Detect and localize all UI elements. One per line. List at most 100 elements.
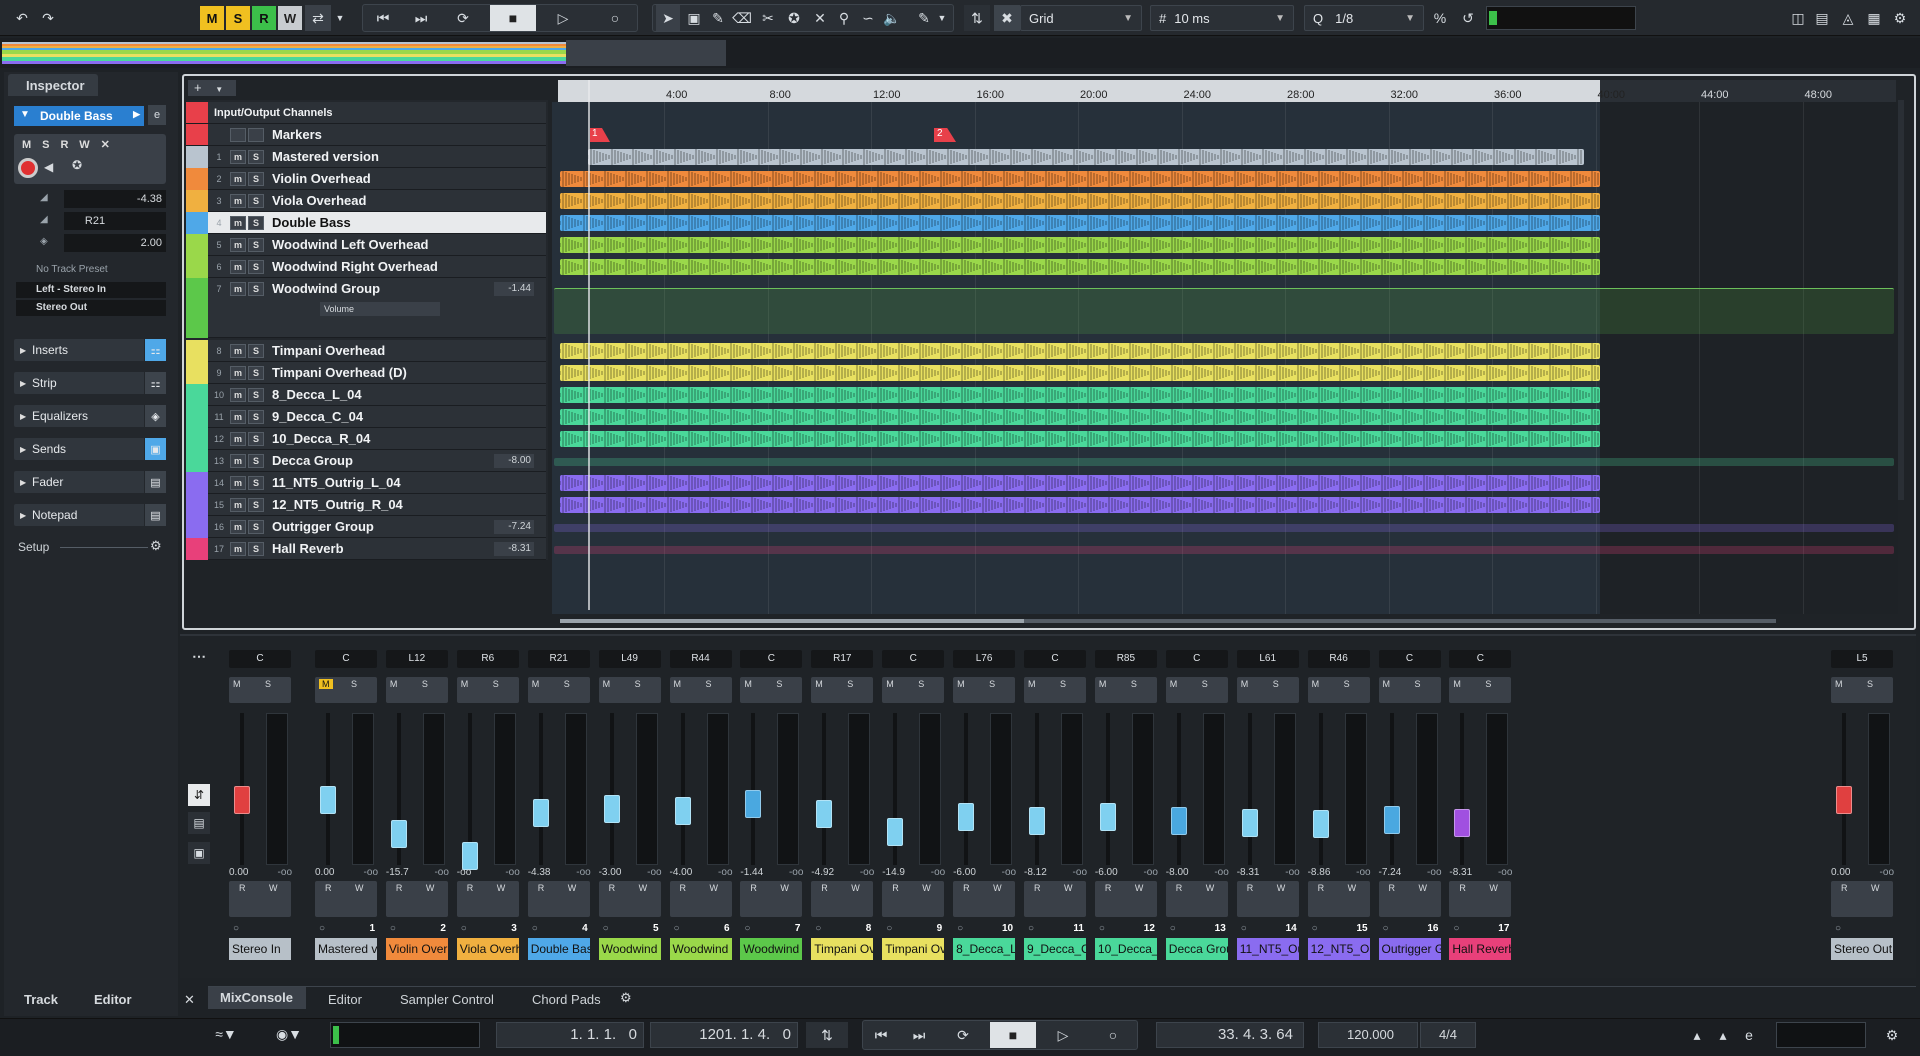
- mixer-options-icon[interactable]: ⋯: [192, 648, 206, 665]
- solo-button[interactable]: S: [248, 432, 264, 446]
- inspector-preset[interactable]: No Track Preset: [16, 264, 166, 280]
- read-write-buttons[interactable]: RW: [456, 881, 519, 917]
- track-volume[interactable]: -1.44: [494, 282, 534, 296]
- track-name[interactable]: 10_Decca_R_04: [272, 428, 370, 450]
- fader-track[interactable]: [1318, 713, 1323, 865]
- right-zone-icon[interactable]: ◬: [1836, 5, 1860, 31]
- mute-button[interactable]: m: [230, 498, 246, 512]
- volume-value[interactable]: -14.9: [882, 867, 914, 878]
- pan-control[interactable]: R17: [811, 650, 874, 668]
- volume-value[interactable]: -6.00: [1095, 867, 1127, 878]
- pan-control[interactable]: C: [1165, 650, 1228, 668]
- fader-track[interactable]: [1389, 713, 1394, 865]
- channel-name[interactable]: 11_NT5_Out: [1236, 938, 1299, 960]
- write-button[interactable]: W: [1348, 883, 1357, 893]
- track-row[interactable]: 8 m S Timpani Overhead: [186, 340, 546, 362]
- write-button[interactable]: W: [780, 883, 789, 893]
- volume-value[interactable]: 0.00: [1831, 867, 1863, 878]
- volume-value[interactable]: -1.44: [740, 867, 772, 878]
- pan-control[interactable]: C: [1449, 650, 1512, 668]
- mute-solo-buttons[interactable]: MS: [1449, 677, 1512, 703]
- audio-event[interactable]: [560, 497, 1600, 513]
- read-button[interactable]: R: [239, 883, 246, 893]
- monitor-icon[interactable]: ◀: [44, 160, 53, 174]
- stop-icon[interactable]: ■: [990, 1022, 1036, 1048]
- mute-button[interactable]: M: [886, 679, 894, 689]
- solo-button[interactable]: S: [706, 679, 712, 689]
- left-zone-tab-track[interactable]: Track: [24, 992, 58, 1007]
- inspector-volume[interactable]: -4.38: [64, 190, 166, 208]
- mute-solo-buttons[interactable]: MS: [527, 677, 590, 703]
- inspector-input[interactable]: Left - Stereo In: [16, 282, 166, 298]
- volume-value[interactable]: -4.92: [811, 867, 843, 878]
- track-name[interactable]: Timpani Overhead: [272, 340, 385, 362]
- channel-name[interactable]: Stereo In: [229, 938, 291, 960]
- audio-event[interactable]: [560, 409, 1600, 425]
- volume-value[interactable]: -8.31: [1449, 867, 1481, 878]
- mute-solo-buttons[interactable]: MS: [1831, 677, 1893, 703]
- mute-button[interactable]: m: [230, 282, 246, 296]
- channel-name[interactable]: Viola Overh: [456, 938, 519, 960]
- solo-button[interactable]: S: [248, 282, 264, 296]
- pan-control[interactable]: R44: [669, 650, 732, 668]
- punch-icon[interactable]: ⇅: [806, 1022, 848, 1048]
- dial-icon[interactable]: ◉▼: [270, 1021, 308, 1047]
- mute-button[interactable]: M: [233, 679, 241, 689]
- write-button[interactable]: W: [993, 883, 1002, 893]
- cycle-icon[interactable]: ⟳: [450, 5, 476, 31]
- track-row[interactable]: 5 m S Woodwind Left Overhead: [186, 234, 546, 256]
- strip-icon[interactable]: ⚏: [144, 372, 166, 394]
- read-button[interactable]: R: [1176, 883, 1183, 893]
- pan-control[interactable]: C: [315, 650, 377, 668]
- read-button[interactable]: R: [1318, 883, 1325, 893]
- read-button[interactable]: R: [396, 883, 403, 893]
- track-row[interactable]: 10 m S 8_Decca_L_04: [186, 384, 546, 406]
- audio-event[interactable]: [560, 215, 1600, 231]
- solo-button[interactable]: S: [776, 679, 782, 689]
- volume-value[interactable]: -7.24: [1379, 867, 1411, 878]
- solo-button[interactable]: S: [351, 679, 357, 689]
- inspector-output[interactable]: Stereo Out: [16, 300, 166, 316]
- mute-button[interactable]: M: [1312, 679, 1320, 689]
- mute-button[interactable]: m: [230, 520, 246, 534]
- mute-button[interactable]: m: [230, 150, 246, 164]
- mute-button[interactable]: m: [230, 216, 246, 230]
- mute-solo-buttons[interactable]: MS: [315, 677, 377, 703]
- mute-button[interactable]: M: [957, 679, 965, 689]
- solo-button[interactable]: S: [248, 260, 264, 274]
- layout-icon[interactable]: ▦: [1862, 5, 1886, 31]
- fader-handle[interactable]: [1099, 803, 1116, 831]
- track-name[interactable]: Mastered version: [272, 146, 379, 168]
- mute-solo-buttons[interactable]: MS: [669, 677, 732, 703]
- fader-handle[interactable]: [1312, 810, 1329, 838]
- add-track-button[interactable]: + ▼: [188, 80, 236, 96]
- write-button[interactable]: W: [426, 883, 435, 893]
- mute-solo-buttons[interactable]: MS: [598, 677, 661, 703]
- marker-track[interactable]: Markers: [186, 124, 546, 146]
- track-volume[interactable]: -8.00: [494, 454, 534, 468]
- read-button[interactable]: R: [821, 883, 828, 893]
- read-button[interactable]: R: [680, 883, 687, 893]
- inspector-section-inserts[interactable]: ▶ Inserts ⚏: [14, 339, 166, 361]
- quantize-preset-icon[interactable]: ↺: [1456, 5, 1480, 31]
- volume-value[interactable]: -8.12: [1024, 867, 1056, 878]
- solo-button[interactable]: S: [248, 542, 264, 556]
- solo-button[interactable]: S: [1060, 679, 1066, 689]
- track-row[interactable]: 15 m S 12_NT5_Outrig_R_04: [186, 494, 546, 516]
- pan-control[interactable]: L12: [385, 650, 448, 668]
- play-icon[interactable]: ▷: [548, 5, 578, 31]
- audio-event[interactable]: [560, 475, 1600, 491]
- solo-button[interactable]: S: [1485, 679, 1491, 689]
- solo-button[interactable]: S: [248, 194, 264, 208]
- inspector-delay[interactable]: 2.00: [64, 234, 166, 252]
- mute-solo-buttons[interactable]: MS: [1024, 677, 1086, 703]
- track-row[interactable]: 11 m S 9_Decca_C_04: [186, 406, 546, 428]
- draw-icon[interactable]: ✎: [706, 5, 730, 31]
- mute-tool-icon[interactable]: ✕: [808, 5, 832, 31]
- inserts-icon[interactable]: ⚏: [144, 339, 166, 361]
- ruler[interactable]: [558, 80, 1600, 102]
- mute-button[interactable]: M: [461, 679, 469, 689]
- solo-all-button[interactable]: S: [226, 6, 250, 30]
- metronome-icon[interactable]: ▴: [1686, 1022, 1708, 1048]
- fader-track[interactable]: [1176, 713, 1181, 865]
